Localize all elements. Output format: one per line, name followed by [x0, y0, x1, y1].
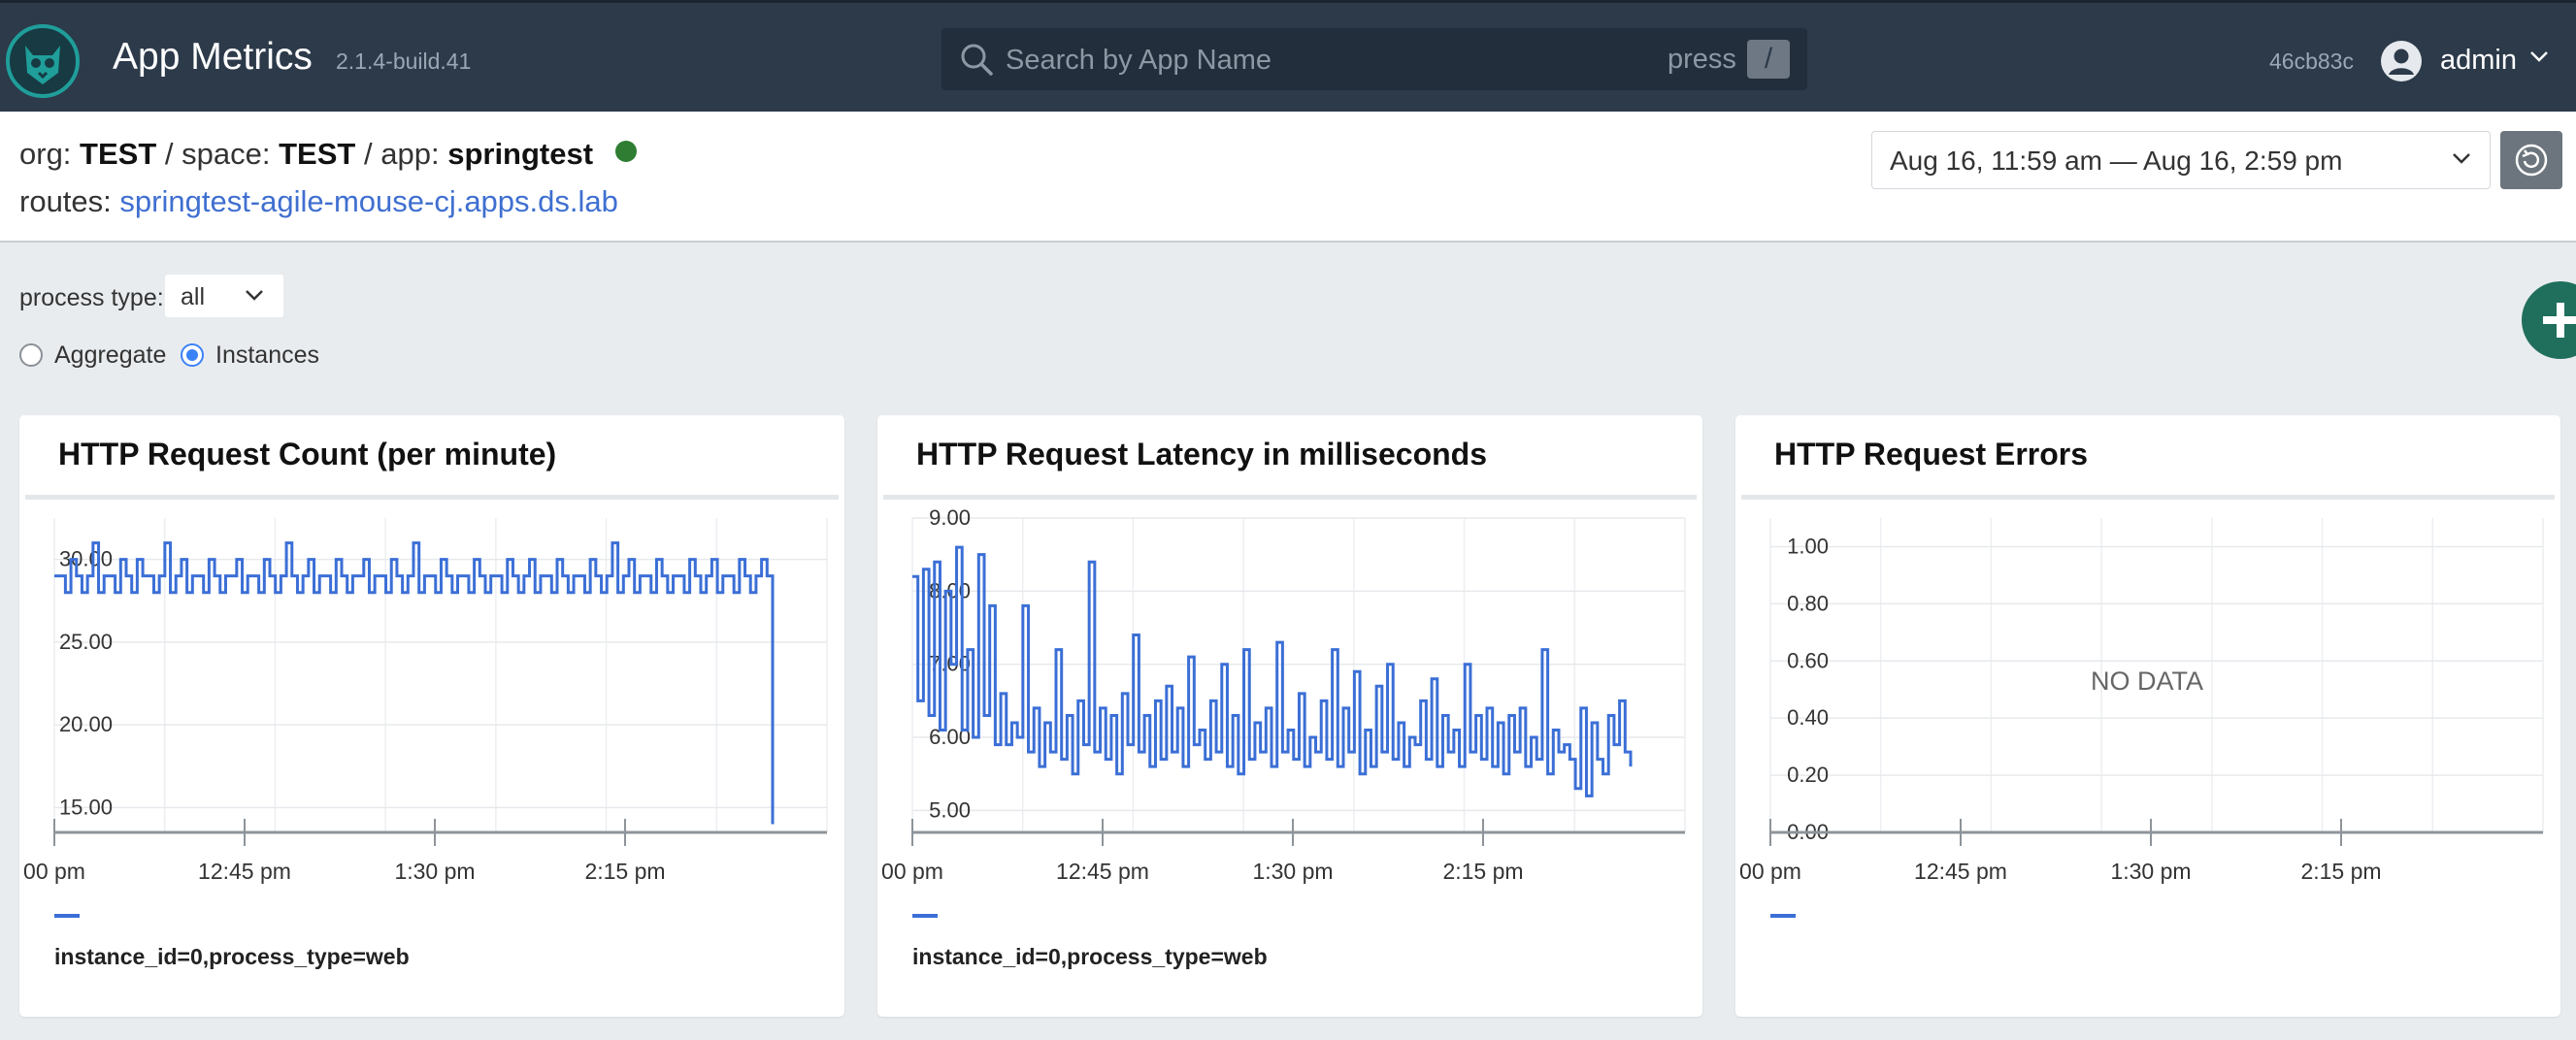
divider [883, 495, 1697, 500]
x-tick-label: 12:45 pm [198, 859, 291, 884]
search-bar[interactable]: press / [941, 28, 1807, 90]
app-label: app: [380, 137, 440, 171]
y-tick-label: 0.40 [1787, 705, 1829, 730]
chart-title: HTTP Request Latency in milliseconds [916, 437, 1487, 471]
x-tick-label: 00 pm [881, 859, 943, 884]
legend-entry[interactable]: instance_id=0,process_type=web [912, 944, 1268, 970]
x-tick-label: 12:45 pm [1914, 859, 2007, 884]
refresh-icon [2515, 144, 2548, 177]
divider [1741, 495, 2555, 500]
add-chart-button[interactable] [2522, 281, 2576, 359]
app-context-header: org: TEST / space: TEST / app: springtes… [0, 112, 2576, 243]
user-menu[interactable]: admin [2440, 45, 2517, 77]
app-title[interactable]: App Metrics [113, 36, 313, 79]
chevron-down-icon [246, 290, 263, 301]
routes-line: routes: springtest-agile-mouse-cj.apps.d… [19, 184, 618, 219]
y-tick-label: 20.00 [59, 712, 113, 736]
time-range-picker[interactable]: Aug 16, 11:59 am — Aug 16, 2:59 pm [1871, 131, 2491, 189]
user-avatar-icon[interactable] [2380, 40, 2423, 82]
x-tick-label: 12:45 pm [1056, 859, 1149, 884]
search-input[interactable] [1004, 38, 1609, 82]
x-tick-label: 00 pm [1739, 859, 1801, 884]
chart-card-request-latency: HTTP Request Latency in milliseconds 5.0… [877, 415, 1702, 1017]
y-tick-label: 15.00 [59, 795, 113, 819]
route-link[interactable]: springtest-agile-mouse-cj.apps.ds.lab [119, 184, 617, 218]
radio-aggregate-button[interactable] [19, 343, 43, 367]
space-value: TEST [279, 137, 356, 171]
legend-swatch [1770, 914, 1796, 918]
request-errors-chart[interactable]: 0.000.200.400.600.801.0000 pm 12:45 pm 1:3… [1735, 503, 2560, 891]
radio-aggregate-label[interactable]: Aggregate [54, 341, 166, 370]
search-shortcut-key: / [1747, 40, 1790, 79]
no-data-label: NO DATA [2091, 666, 2203, 696]
radio-instances-button[interactable] [181, 343, 204, 367]
request-count-chart[interactable]: 15.00 20.00 25.00 30.00 00 pm 12:45 pm 1:30 pm… [19, 503, 844, 891]
top-navbar: App Metrics 2.1.4-build.41 press / 46cb8… [0, 0, 2576, 112]
build-hash: 46cb83c [2269, 49, 2354, 74]
legend-swatch [912, 914, 938, 918]
search-icon [961, 44, 993, 76]
chart-title: HTTP Request Count (per minute) [58, 437, 557, 471]
divider [25, 495, 839, 500]
series-line [54, 541, 775, 825]
org-value: TEST [80, 137, 157, 171]
app-status-indicator [614, 141, 637, 162]
y-tick-label: 30.00 [59, 547, 113, 571]
chart-card-request-count: HTTP Request Count (per minute) 15.00 20.… [19, 415, 844, 1017]
radio-instances-label[interactable]: Instances [215, 341, 319, 370]
x-tick-label: 2:15 pm [1442, 859, 1523, 884]
request-latency-chart[interactable]: 5.006.007.008.009.0000 pm 12:45 pm 1:30 pm… [877, 503, 1702, 891]
process-type-select[interactable]: all [165, 275, 283, 317]
x-tick-label: 1:30 pm [394, 859, 475, 884]
breadcrumb-separator: / [363, 137, 373, 171]
process-type-label: process type: [19, 284, 164, 311]
x-tick-label: 1:30 pm [2110, 859, 2191, 884]
x-tick-label: 2:15 pm [2300, 859, 2381, 884]
refresh-button[interactable] [2500, 131, 2562, 189]
series-line [912, 545, 1633, 797]
routes-label: routes: [19, 184, 112, 218]
app-value: springtest [447, 137, 594, 171]
chart-card-request-errors: HTTP Request Errors 0.00 0.20 0.40 0.60 0.80… [1735, 415, 2560, 1017]
y-tick-label: 0.60 [1787, 648, 1829, 672]
y-tick-label: 5.00 [929, 797, 971, 822]
y-tick-label: 9.00 [929, 505, 971, 530]
x-tick-label: 00 pm [23, 859, 85, 884]
time-range-value: Aug 16, 11:59 am — Aug 16, 2:59 pm [1890, 146, 2343, 176]
breadcrumb-separator: / [164, 137, 174, 171]
chevron-down-icon[interactable] [2529, 49, 2549, 63]
y-tick-label: 1.00 [1787, 534, 1829, 558]
org-label: org: [19, 137, 72, 171]
y-tick-label: 6.00 [929, 725, 971, 749]
app-logo-icon[interactable] [6, 24, 80, 98]
chart-title: HTTP Request Errors [1774, 437, 2089, 471]
x-tick-label: 2:15 pm [584, 859, 665, 884]
app-version: 2.1.4-build.41 [336, 49, 472, 74]
y-tick-label: 25.00 [59, 630, 113, 654]
breadcrumb: org: TEST / space: TEST / app: springtes… [19, 137, 637, 172]
plus-icon [2543, 303, 2576, 338]
process-type-value: all [181, 283, 206, 310]
legend-entry[interactable]: instance_id=0,process_type=web [54, 944, 410, 970]
search-shortcut-hint: press [1668, 44, 1736, 75]
space-label: space: [182, 137, 271, 171]
y-tick-label: 0.80 [1787, 591, 1829, 615]
chevron-down-icon [2453, 153, 2470, 164]
y-tick-label: 0.20 [1787, 763, 1829, 787]
legend-swatch [54, 914, 80, 918]
x-tick-label: 1:30 pm [1252, 859, 1333, 884]
